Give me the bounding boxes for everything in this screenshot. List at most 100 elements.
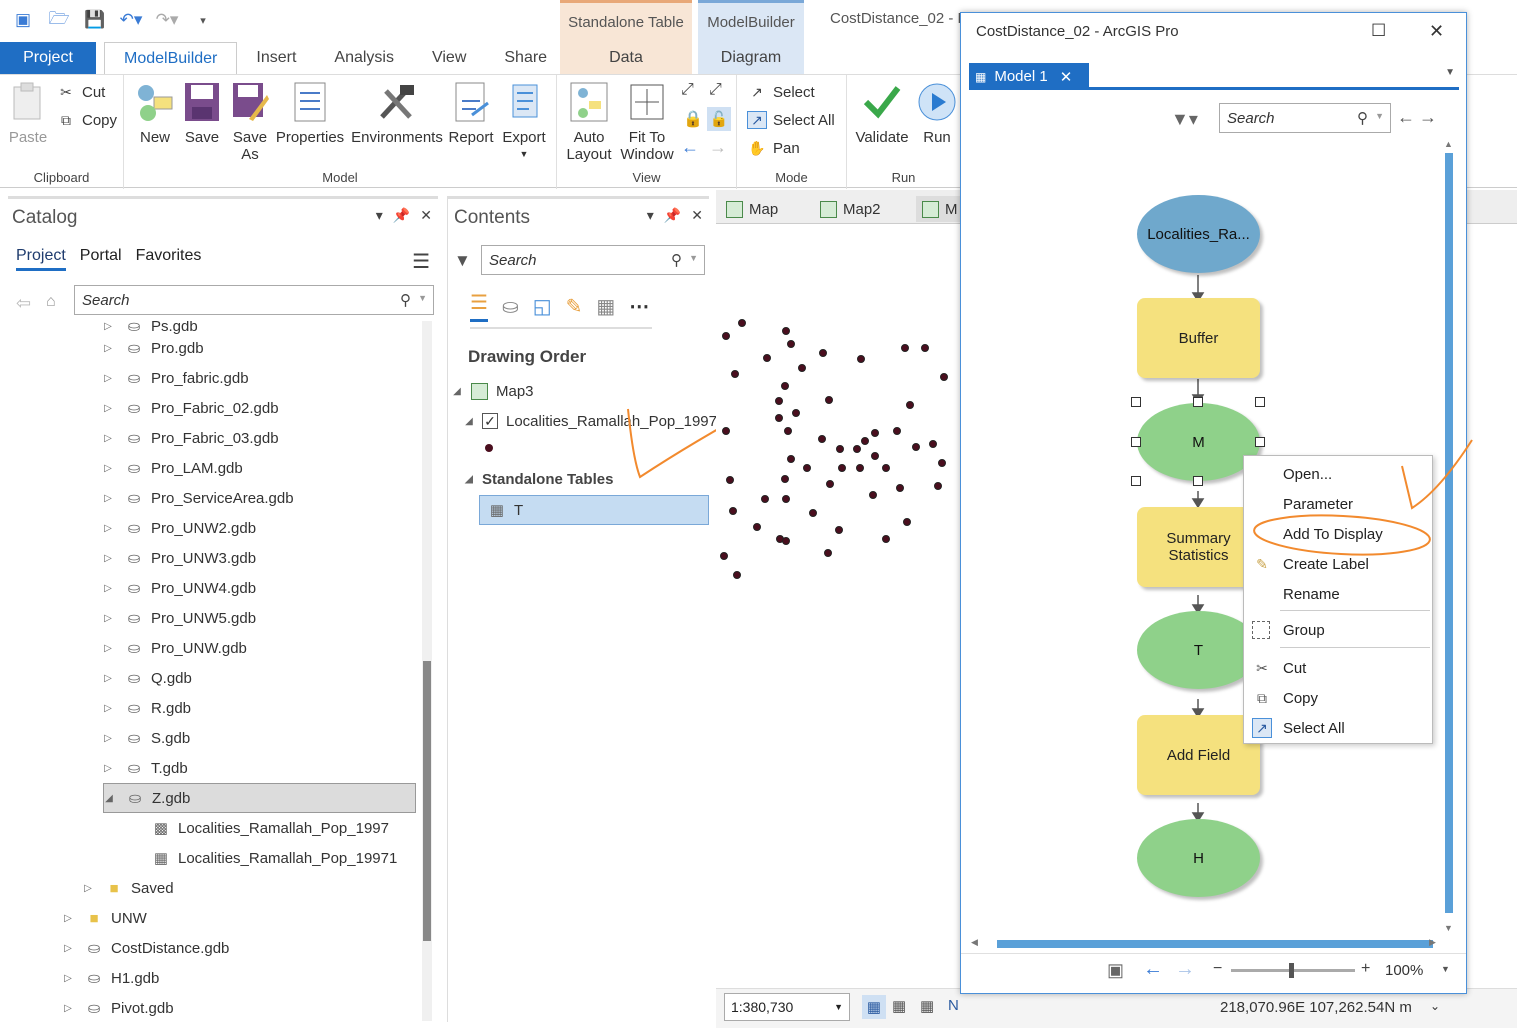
search-icon[interactable]: ⚲ (671, 251, 682, 269)
navigation-icon[interactable]: ▦ (862, 995, 886, 1019)
map-item[interactable]: ◢ Map3 (452, 376, 534, 406)
fit-to-window-icon[interactable]: ▣ (1107, 960, 1124, 981)
pin-icon[interactable]: 📌 (664, 207, 681, 224)
tree-item[interactable]: ▷ ⛀ Pro_Fabric_03.gdb (103, 423, 278, 453)
pane-menu-icon[interactable]: ▾ (376, 207, 383, 224)
catalog-tab-favorites[interactable]: Favorites (136, 247, 202, 271)
catalog-search-input[interactable]: Search ⚲ ▼ (74, 285, 434, 315)
new-model-button[interactable]: New (132, 79, 178, 146)
menu-item-cut[interactable]: ✂ Cut (1244, 653, 1432, 683)
zoom-in-icon[interactable]: ⤢ (681, 81, 694, 99)
buffer-tool-node[interactable]: Buffer (1137, 298, 1260, 378)
run-button[interactable]: Run (915, 79, 959, 146)
home-icon[interactable]: ⌂ (46, 293, 56, 311)
tree-item[interactable]: ▷ ⛀ T.gdb (103, 753, 188, 783)
tree-item[interactable]: ▷ ⛀ Pro_ServiceArea.gdb (103, 483, 293, 513)
tree-item[interactable]: ▷ ⛀ H1.gdb (63, 963, 159, 993)
tab-analysis[interactable]: Analysis (315, 42, 413, 74)
hamburger-menu-icon[interactable]: ☰ (412, 249, 430, 274)
map-tab-map2[interactable]: Map2 (820, 196, 881, 222)
map-tab-map[interactable]: Map (726, 196, 778, 222)
back-arrow-icon[interactable]: ← (681, 137, 699, 158)
input-data-node[interactable]: Localities_Ra... (1137, 195, 1260, 273)
output-h-node[interactable]: H (1137, 819, 1260, 897)
menu-item-rename[interactable]: Rename (1244, 579, 1432, 609)
report-button[interactable]: Report (446, 79, 496, 146)
cut-button[interactable]: ✂ Cut (56, 83, 105, 101)
customize-icon[interactable]: ▾ (192, 10, 214, 30)
back-arrow-icon[interactable]: ← (1143, 958, 1163, 981)
selection-handle[interactable] (1131, 476, 1141, 486)
summary-statistics-node[interactable]: Summary Statistics (1137, 507, 1260, 587)
tree-item[interactable]: ▷ ■ UNW (63, 903, 147, 933)
tab-overflow-icon[interactable]: ▼ (1445, 67, 1455, 78)
add-field-node[interactable]: Add Field (1137, 715, 1260, 795)
pin-icon[interactable]: 📌 (393, 207, 410, 224)
tree-item[interactable]: ▷ ⛀ Pro_UNW.gdb (103, 633, 247, 663)
model-tab[interactable]: ▦ Model 1 ✕ (969, 63, 1089, 90)
save-as-button[interactable]: Save As (228, 79, 272, 163)
pan-button[interactable]: ✋ Pan (747, 139, 799, 157)
redo-icon[interactable]: ↷▾ (156, 10, 179, 30)
tree-item[interactable]: ▷ ⛀ Pro_UNW5.gdb (103, 603, 256, 633)
coords-dropdown-icon[interactable]: ⌄ (1430, 999, 1440, 1013)
scroll-right-icon[interactable]: ▶ (1429, 937, 1436, 948)
previous-result-icon[interactable]: ← (1397, 107, 1415, 128)
undo-icon[interactable]: ↶▾ (120, 10, 143, 30)
forward-arrow-icon[interactable]: → (1175, 958, 1195, 981)
tree-item[interactable]: ▷ ⛀ Pro_LAM.gdb (103, 453, 243, 483)
open-project-icon[interactable]: 🗁 (48, 9, 70, 30)
tree-item[interactable]: ▷ ⛀ Pro_Fabric_02.gdb (103, 393, 278, 423)
tree-item[interactable]: ▷ ⛀ CostDistance.gdb (63, 933, 229, 963)
table-item-selected[interactable]: ▦ T (479, 495, 709, 525)
editing-icon[interactable]: ✎ (566, 294, 583, 319)
map-canvas[interactable] (716, 224, 960, 988)
selection-handle[interactable] (1131, 397, 1141, 407)
selection-handle[interactable] (1131, 437, 1141, 447)
properties-button[interactable]: Properties (274, 79, 346, 146)
menu-item-add-to-display[interactable]: Add To Display (1244, 519, 1432, 549)
search-dropdown-icon[interactable]: ▼ (689, 253, 698, 263)
scrollbar-thumb[interactable] (423, 661, 431, 941)
zoom-in-icon[interactable]: + (1361, 960, 1370, 978)
tree-item[interactable]: ▷ ⛀ Pro_UNW4.gdb (103, 573, 256, 603)
environments-button[interactable]: Environments (350, 79, 444, 146)
scrollbar-thumb[interactable] (997, 940, 1433, 948)
scroll-up-icon[interactable]: ▲ (1444, 139, 1453, 149)
map-tab-map3[interactable]: M (916, 196, 964, 222)
save-model-button[interactable]: Save (180, 79, 224, 146)
tree-item[interactable]: ▷ ⛀ Pro.gdb (103, 333, 203, 363)
tab-diagram[interactable]: Diagram (698, 41, 804, 74)
tree-item[interactable]: ▷ ⛀ R.gdb (103, 693, 191, 723)
tab-project[interactable]: Project (0, 42, 96, 74)
select-button[interactable]: ↗ Select (747, 83, 815, 101)
unlock-icon[interactable]: 🔓 (707, 107, 731, 131)
zoom-out-icon[interactable]: − (1213, 960, 1222, 978)
catalog-tab-portal[interactable]: Portal (80, 247, 122, 271)
diagram-search-input[interactable]: Search ⚲ ▼ (1219, 103, 1391, 133)
tree-item-selected[interactable]: ◢ ⛀ Z.gdb (103, 783, 416, 813)
maximize-icon[interactable]: ☐ (1371, 21, 1386, 41)
selection-handle[interactable] (1255, 437, 1265, 447)
tree-item[interactable]: ▷ ⛀ Q.gdb (103, 663, 192, 693)
new-project-icon[interactable]: ▣ (12, 10, 34, 30)
contents-search-input[interactable]: Search ⚲ ▼ (481, 245, 705, 275)
scroll-left-icon[interactable]: ◀ (971, 937, 978, 948)
data-source-icon[interactable]: ⛀ (502, 294, 519, 319)
tree-item[interactable]: ▷ ⛀ Pro_UNW2.gdb (103, 513, 256, 543)
scale-selector[interactable]: 1:380,730 ▼ (724, 993, 850, 1021)
menu-item-copy[interactable]: ⧉ Copy (1244, 683, 1432, 713)
menu-item-group[interactable]: Group (1244, 615, 1432, 645)
catalog-tab-project[interactable]: Project (16, 247, 66, 271)
zoom-dropdown-icon[interactable]: ▼ (1441, 964, 1450, 974)
close-icon[interactable]: ✕ (420, 207, 432, 224)
selection-handle[interactable] (1255, 397, 1265, 407)
menu-item-create-label[interactable]: ✎ Create Label (1244, 549, 1432, 579)
selection-handle[interactable] (1193, 476, 1203, 486)
zoom-level[interactable]: 100% (1385, 962, 1423, 979)
tab-share[interactable]: Share (485, 42, 566, 74)
filter-icon[interactable]: ▼▾ (1171, 109, 1198, 130)
north-arrow-icon[interactable]: N (948, 997, 959, 1014)
snapping-icon[interactable]: ▦ (596, 294, 615, 319)
next-result-icon[interactable]: → (1419, 107, 1437, 128)
